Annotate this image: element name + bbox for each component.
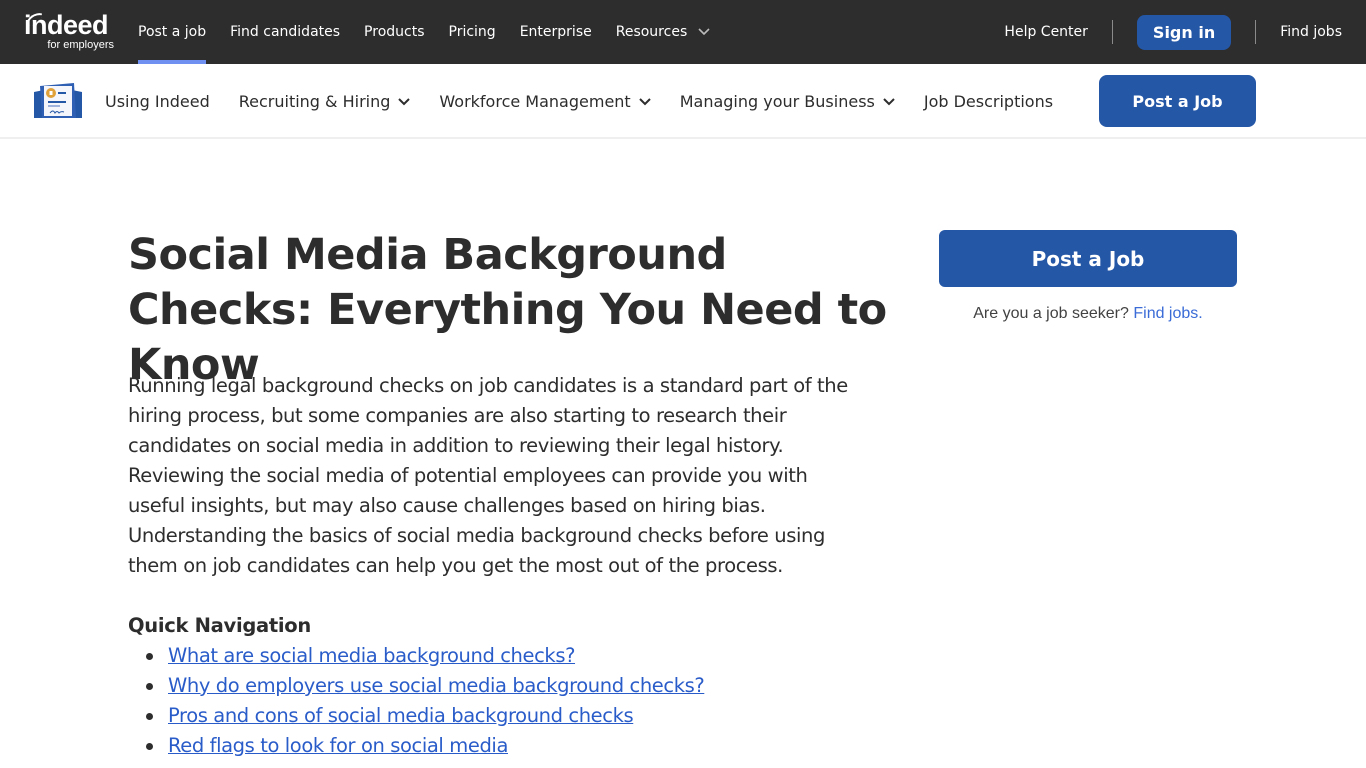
list-item: What are social media background checks? — [128, 641, 704, 671]
list-item: Pros and cons of social media background… — [128, 701, 704, 731]
subnav-job-descriptions[interactable]: Job Descriptions — [924, 92, 1053, 111]
nav-resources-label: Resources — [615, 24, 688, 40]
resource-library-icon[interactable] — [32, 82, 84, 120]
resource-subnav: Using Indeed Recruiting & Hiring Workfor… — [0, 64, 1366, 139]
subnav-managing-business[interactable]: Managing your Business — [680, 92, 895, 111]
chevron-down-icon — [698, 28, 710, 36]
subnav-workforce-management[interactable]: Workforce Management — [439, 92, 651, 111]
subnav-item-label: Using Indeed — [105, 92, 210, 111]
subnav-items: Using Indeed Recruiting & Hiring Workfor… — [105, 64, 1082, 139]
help-center-link[interactable]: Help Center — [1004, 24, 1088, 40]
primary-nav: Post a job Find candidates Products Pric… — [138, 0, 734, 64]
intro-paragraph: Running legal background checks on job c… — [128, 374, 848, 577]
job-seeker-text: Are you a job seeker? — [973, 305, 1129, 322]
post-a-job-button[interactable]: Post a Job — [1099, 75, 1256, 127]
quick-navigation-heading: Quick Navigation — [128, 614, 311, 637]
nav-enterprise[interactable]: Enterprise — [520, 0, 592, 64]
nav-post-a-job[interactable]: Post a job — [138, 0, 207, 64]
subnav-recruiting-hiring[interactable]: Recruiting & Hiring — [239, 92, 411, 111]
logo-subtitle: for employers — [47, 39, 114, 51]
list-item: Why do employers use social media backgr… — [128, 671, 705, 701]
subnav-item-label: Job Descriptions — [923, 92, 1054, 111]
nav-products[interactable]: Products — [364, 0, 424, 64]
chevron-down-icon — [638, 97, 651, 105]
quick-nav-link[interactable]: Why do employers use social media backgr… — [168, 674, 705, 697]
subnav-item-label: Workforce Management — [439, 92, 631, 111]
chevron-down-icon — [398, 97, 411, 105]
chevron-down-icon — [883, 97, 895, 105]
find-jobs-link[interactable]: Find jobs — [1280, 24, 1342, 40]
find-jobs-link[interactable]: Find jobs. — [1133, 305, 1202, 322]
top-navbar: indeed for employers Post a job Find can… — [0, 0, 1366, 64]
sign-in-button[interactable]: Sign in — [1136, 14, 1232, 50]
sidebar-post-a-job-button[interactable]: Post a Job — [939, 230, 1237, 287]
subnav-item-label: Managing your Business — [679, 92, 875, 111]
list-item: Red flags to look for on social media — [128, 731, 704, 761]
logo-wordmark: indeed — [24, 10, 109, 40]
account-nav: Help Center Sign in Find jobs — [1004, 0, 1342, 64]
nav-resources[interactable]: Resources — [616, 0, 710, 64]
subnav-item-label: Recruiting & Hiring — [238, 92, 391, 111]
quick-nav-link[interactable]: Pros and cons of social media background… — [168, 704, 634, 727]
divider — [1111, 20, 1113, 44]
quick-navigation-list: What are social media background checks?… — [128, 641, 705, 761]
divider — [1255, 20, 1257, 44]
quick-nav-link[interactable]: Red flags to look for on social media — [168, 734, 508, 757]
indeed-for-employers-logo[interactable]: indeed for employers — [24, 10, 116, 54]
page-title: Social Media Background Checks: Everythi… — [128, 230, 887, 390]
nav-pricing[interactable]: Pricing — [449, 0, 496, 64]
nav-find-candidates[interactable]: Find candidates — [230, 0, 340, 64]
quick-nav-link[interactable]: What are social media background checks? — [168, 644, 575, 667]
job-seeker-prompt: Are you a job seeker? Find jobs. — [939, 305, 1237, 323]
subnav-using-indeed[interactable]: Using Indeed — [105, 92, 210, 111]
